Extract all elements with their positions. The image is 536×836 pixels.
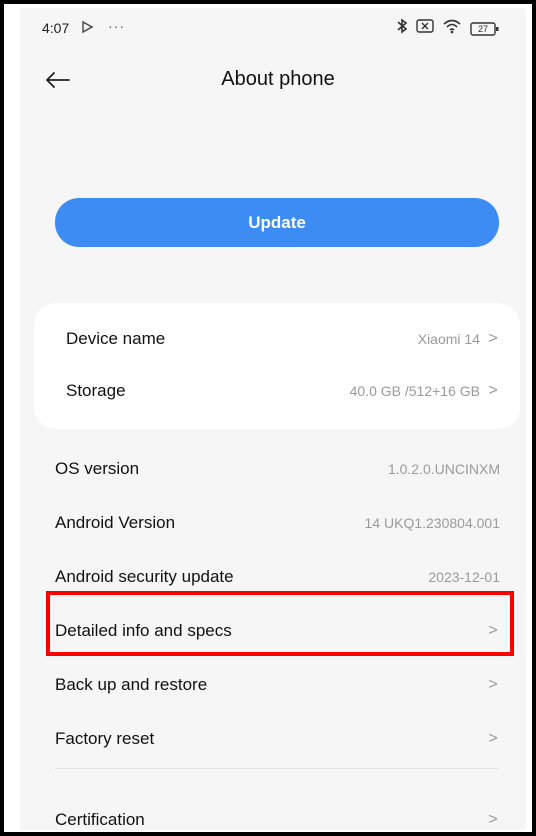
os-version-row: OS version 1.0.2.0.UNCINXM bbox=[20, 443, 526, 495]
header: About phone bbox=[20, 54, 526, 110]
battery-level: 27 bbox=[477, 23, 488, 34]
chevron-right-icon: > bbox=[488, 382, 498, 399]
storage-label: Storage bbox=[66, 381, 126, 400]
detailed-info-row[interactable]: Detailed info and specs > bbox=[20, 605, 526, 657]
sim-off-icon bbox=[416, 19, 434, 38]
play-icon bbox=[80, 20, 94, 39]
status-more: ··· bbox=[108, 18, 125, 34]
battery-icon: 27 bbox=[470, 21, 500, 37]
android-version-value: 14 UKQ1.230804.001 bbox=[364, 515, 500, 531]
os-version-value: 1.0.2.0.UNCINXM bbox=[387, 461, 500, 477]
page-title: About phone bbox=[221, 68, 335, 90]
factory-reset-label: Factory reset bbox=[55, 729, 155, 748]
detailed-info-label: Detailed info and specs bbox=[55, 621, 232, 640]
certification-label: Certification bbox=[55, 810, 145, 829]
update-button[interactable]: Update bbox=[55, 198, 499, 247]
chevron-right-icon: > bbox=[488, 811, 498, 828]
device-card: Device name Xiaomi 14 > Storage 40.0 GB … bbox=[34, 303, 520, 429]
chevron-right-icon: > bbox=[488, 730, 498, 747]
factory-reset-row[interactable]: Factory reset > bbox=[20, 713, 526, 765]
wifi-icon bbox=[442, 18, 462, 39]
divider bbox=[55, 768, 499, 769]
status-icons: 27 bbox=[396, 18, 500, 39]
android-version-row: Android Version 14 UKQ1.230804.001 bbox=[20, 497, 526, 549]
device-name-value: Xiaomi 14 bbox=[417, 331, 480, 347]
phone-screen: 4:07 ··· 27 About phone Update Device na… bbox=[20, 8, 526, 830]
os-version-label: OS version bbox=[55, 459, 140, 478]
device-name-row[interactable]: Device name Xiaomi 14 > bbox=[34, 313, 520, 365]
chevron-right-icon: > bbox=[488, 676, 498, 693]
security-update-label: Android security update bbox=[55, 567, 234, 586]
chevron-right-icon: > bbox=[488, 330, 498, 347]
security-update-row: Android security update 2023-12-01 bbox=[20, 551, 526, 603]
android-version-label: Android Version bbox=[55, 513, 176, 532]
device-name-label: Device name bbox=[66, 329, 166, 348]
security-update-value: 2023-12-01 bbox=[428, 569, 500, 585]
backup-restore-label: Back up and restore bbox=[55, 675, 208, 694]
status-time: 4:07 bbox=[42, 20, 70, 36]
status-bar: 4:07 ··· 27 bbox=[20, 8, 526, 48]
backup-restore-row[interactable]: Back up and restore > bbox=[20, 659, 526, 711]
chevron-right-icon: > bbox=[488, 622, 498, 639]
storage-row[interactable]: Storage 40.0 GB /512+16 GB > bbox=[34, 365, 520, 417]
bluetooth-icon bbox=[396, 18, 408, 39]
certification-row[interactable]: Certification > bbox=[20, 794, 526, 830]
storage-value: 40.0 GB /512+16 GB bbox=[349, 383, 480, 399]
